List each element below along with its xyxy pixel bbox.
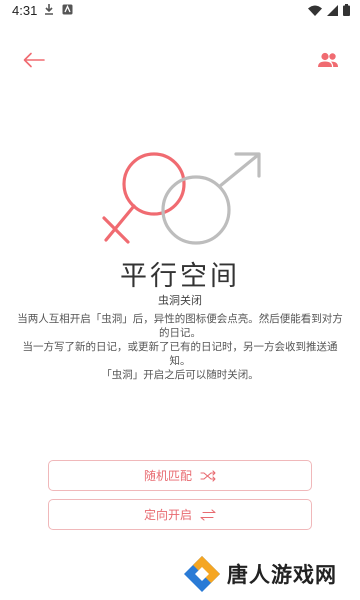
download-icon: [45, 4, 53, 15]
status-bar: 4:31: [0, 0, 360, 24]
directed-open-button[interactable]: 定向开启: [48, 499, 312, 530]
partners-button[interactable]: [314, 46, 342, 74]
wormhole-status: 虫洞关闭: [158, 294, 202, 307]
description-line: 当一方写了新的日记，或更新了已有的日记时，另一方会收到推送通知。: [22, 341, 338, 367]
page-title: 平行空间: [120, 261, 240, 292]
random-match-button[interactable]: 随机匹配: [48, 460, 312, 491]
random-match-label: 随机匹配: [143, 469, 192, 483]
status-time: 4:31: [12, 3, 38, 18]
shuffle-icon: [200, 469, 216, 482]
directed-open-label: 定向开启: [143, 508, 192, 522]
android-app-icon: [62, 4, 73, 14]
gender-symbols-icon: [102, 152, 261, 245]
description-line: 当两人互相开启「虫洞」后，异性的图标便会点亮。然后便能看到对方的日记。: [17, 313, 343, 339]
back-button[interactable]: [18, 46, 50, 74]
description: 当两人互相开启「虫洞」后，异性的图标便会点亮。然后便能看到对方的日记。 当一方写…: [16, 312, 344, 382]
signal-icon: [327, 4, 338, 16]
swap-arrows-icon: [200, 508, 216, 521]
watermark: 唐人游戏网: [183, 555, 337, 593]
watermark-text: 唐人游戏网: [227, 563, 337, 587]
status-icons-left: [44, 3, 73, 15]
status-icons-right: [308, 4, 350, 16]
top-bar: [0, 40, 360, 80]
arrow-left-icon: [23, 52, 45, 68]
tangren-logo-icon: [184, 556, 220, 592]
description-line: 「虫洞」开启之后可以随时关闭。: [101, 369, 259, 381]
battery-icon: [343, 4, 350, 16]
people-icon: [318, 52, 338, 67]
wifi-icon: [308, 5, 322, 16]
